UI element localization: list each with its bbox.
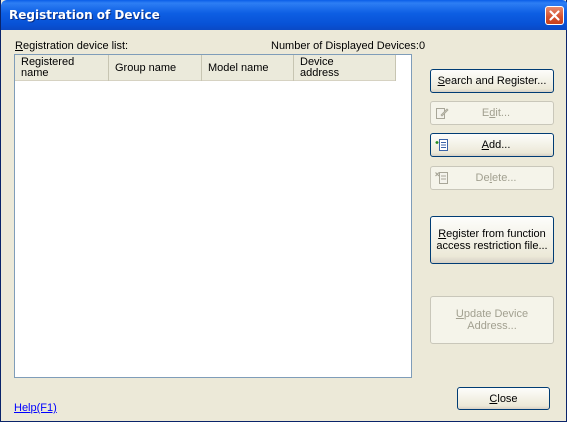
title-bar[interactable]: Registration of Device: [1, 0, 567, 30]
delete-label: Delete...: [475, 172, 517, 184]
search-and-register-label: Search and Register...: [437, 75, 547, 87]
edit-label: Edit...: [481, 107, 511, 119]
window-title: Registration of Device: [9, 8, 160, 22]
search-and-register-button[interactable]: Search and Register...: [430, 69, 554, 93]
close-label: Close: [489, 392, 518, 405]
device-list-label-text: egistration device list:: [22, 40, 129, 52]
column-label: Device address: [300, 56, 340, 79]
register-from-file-button[interactable]: Register from function access restriction…: [430, 216, 554, 264]
help-label: Help(F1): [14, 402, 57, 414]
delete-icon: [435, 172, 448, 184]
update-device-address-button[interactable]: Update Device Address...: [430, 296, 554, 344]
help-link[interactable]: Help(F1): [14, 402, 57, 414]
window-close-button[interactable]: [545, 6, 564, 25]
register-line-1: Register from function: [438, 228, 546, 240]
edit-button[interactable]: Edit...: [430, 101, 554, 125]
close-button[interactable]: Close: [457, 387, 550, 410]
column-header-registered-name[interactable]: Registered name: [15, 55, 109, 81]
column-label: Registered name: [21, 56, 75, 79]
device-list-label: Registration device list:: [15, 40, 129, 52]
device-list[interactable]: Registered name Group name Model name Dev…: [14, 54, 412, 378]
register-from-file-label: Register from function access restriction…: [436, 228, 547, 252]
column-label: Model name: [208, 61, 269, 74]
column-header-device-address[interactable]: Device address: [294, 55, 396, 81]
column-header-group-name[interactable]: Group name: [109, 55, 202, 81]
device-count-text: Number of Displayed Devices:: [271, 40, 419, 52]
device-count-label: Number of Displayed Devices:0: [271, 40, 425, 52]
add-button[interactable]: Add...: [430, 133, 554, 157]
update-device-address-label: Update Device Address...: [455, 308, 529, 332]
edit-icon: [436, 108, 449, 119]
device-count-value: 0: [418, 40, 426, 52]
column-header-model-name[interactable]: Model name: [202, 55, 294, 81]
list-header: Registered name Group name Model name Dev…: [15, 55, 396, 81]
add-icon: [435, 139, 448, 151]
add-label: Add...: [481, 139, 511, 151]
delete-button[interactable]: Delete...: [430, 166, 554, 190]
close-icon: [549, 10, 560, 21]
register-line-2: access restriction file...: [436, 240, 548, 252]
registration-dialog: Registration of Device Registration devi…: [0, 0, 567, 422]
column-label: Group name: [115, 61, 177, 74]
